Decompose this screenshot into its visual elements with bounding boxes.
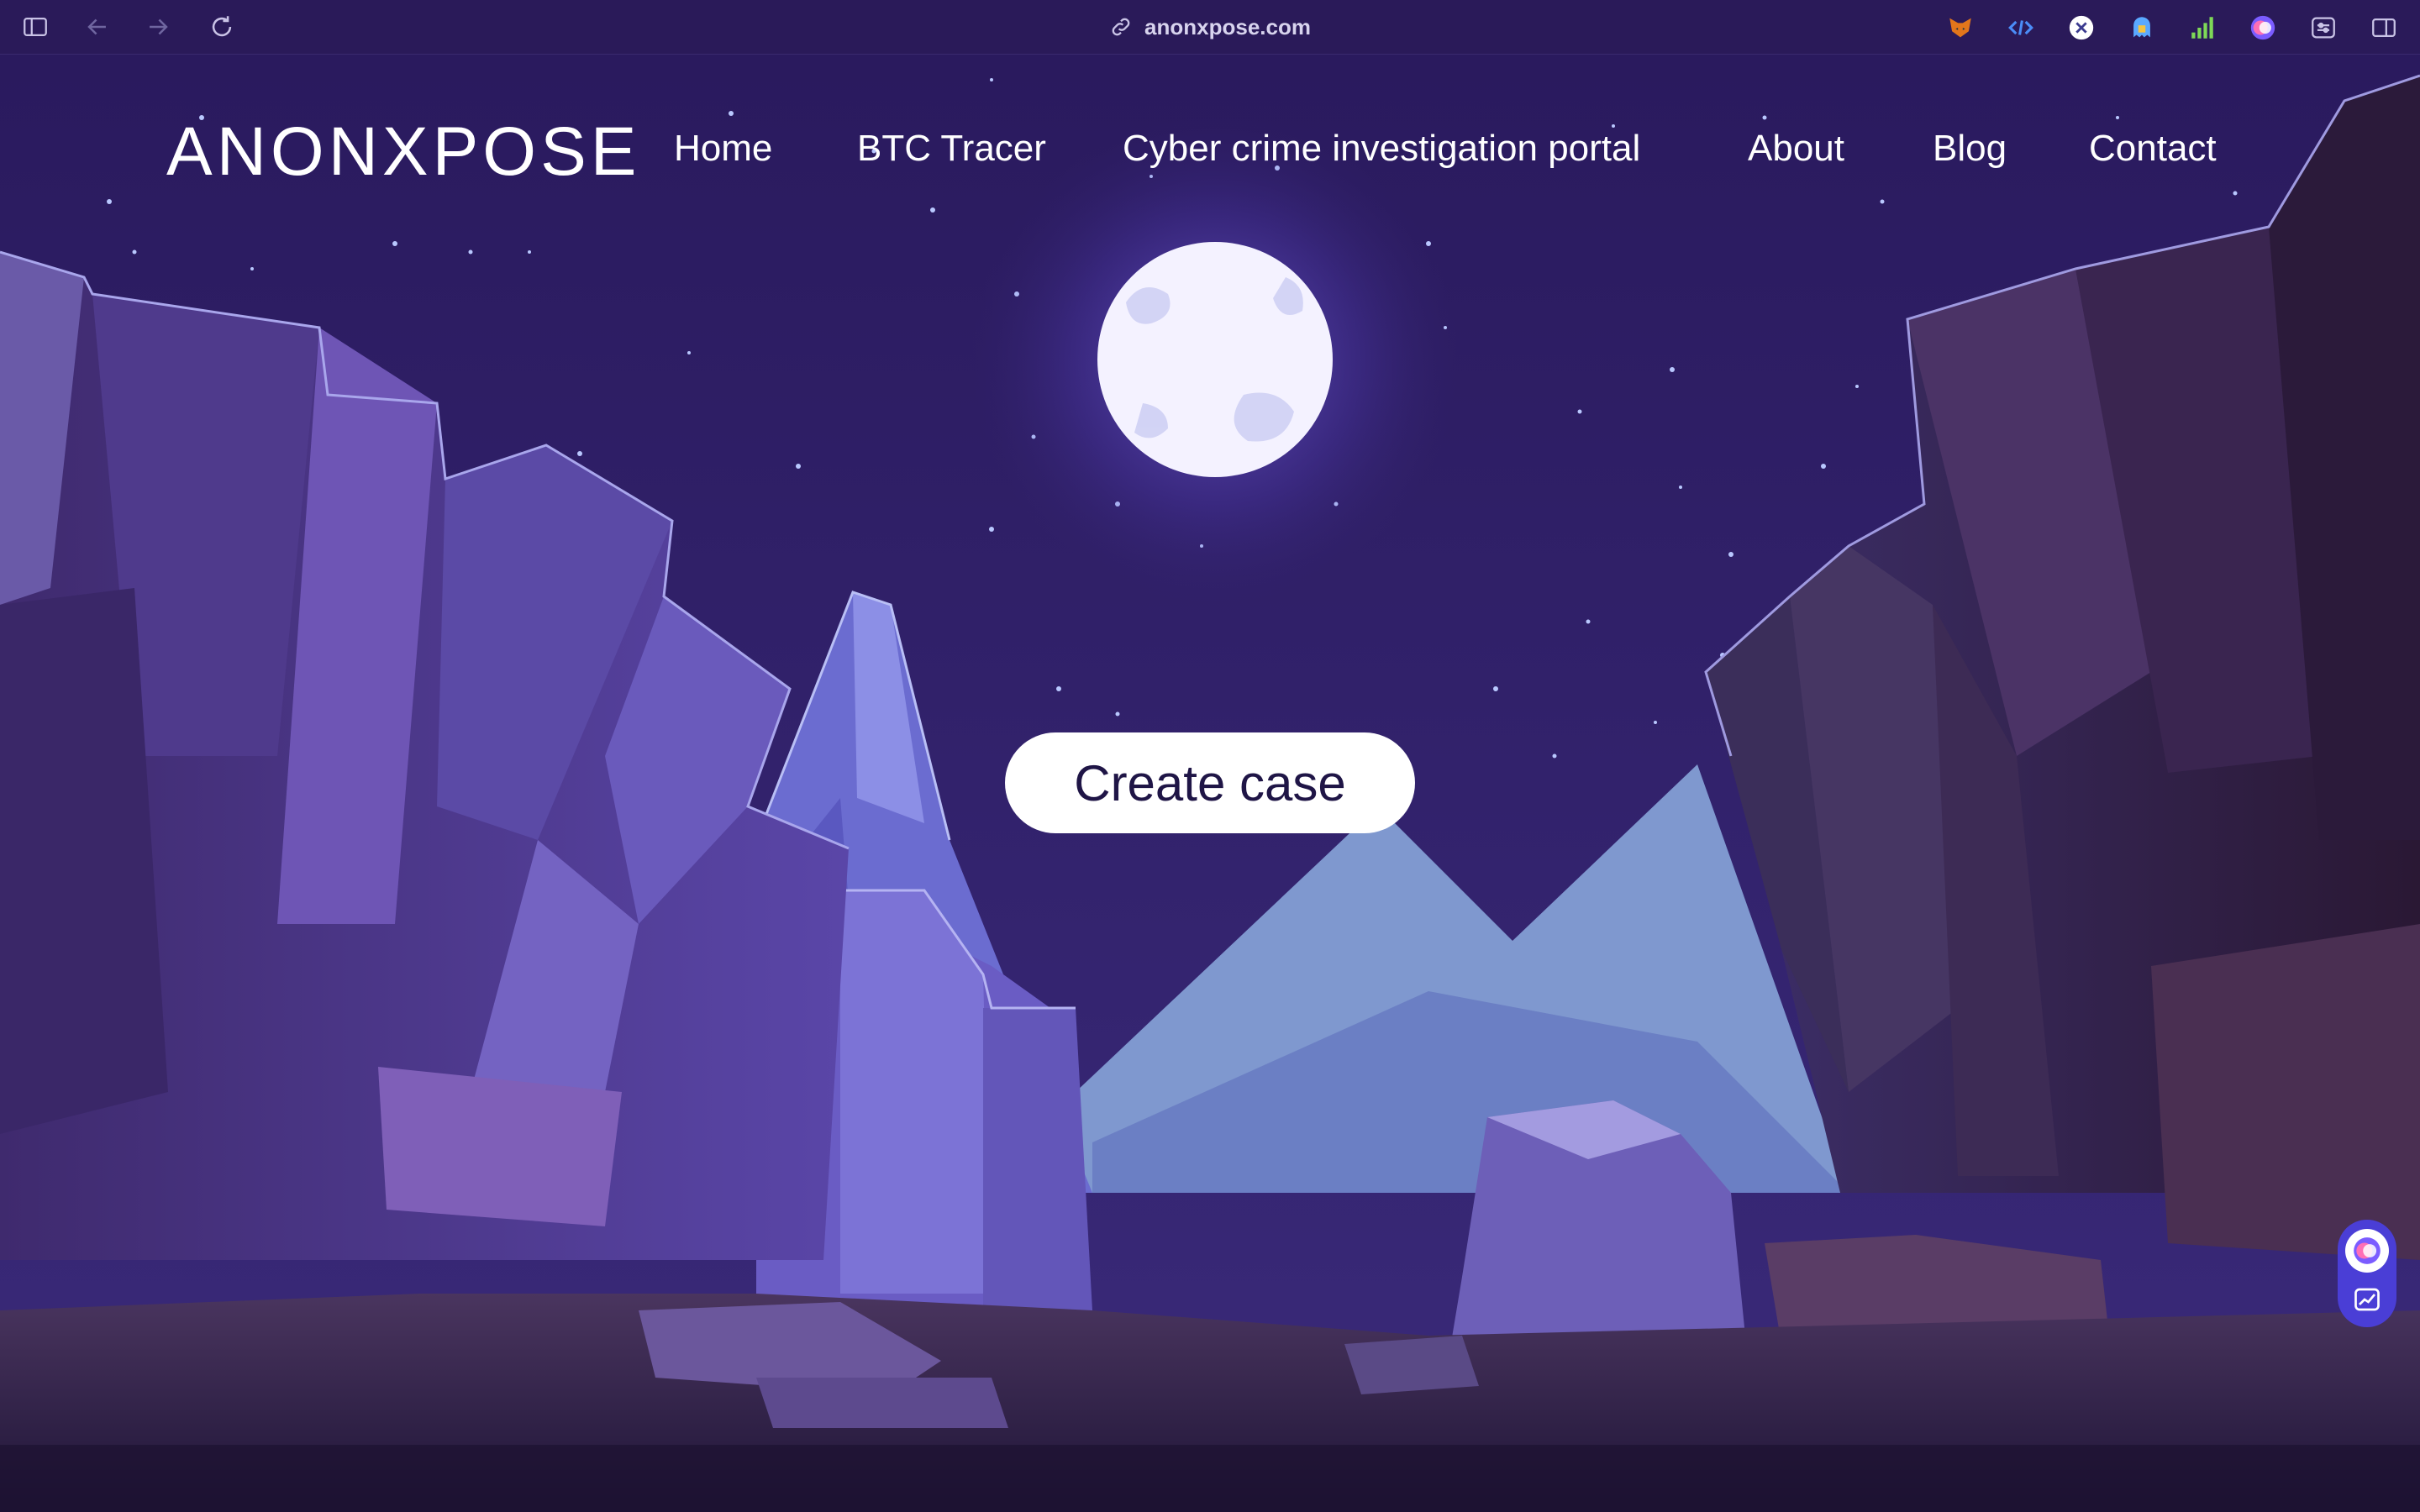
back-arrow-icon[interactable] [82, 12, 113, 42]
orb-icon[interactable] [2345, 1229, 2389, 1273]
create-case-button[interactable]: Create case [1005, 732, 1415, 833]
split-view-icon[interactable] [2368, 12, 2400, 44]
fox-extension-icon[interactable] [1944, 12, 1976, 44]
main-nav: Home BTC Tracer Cyber crime investigatio… [0, 128, 2420, 186]
chart-sparkle-icon[interactable] [2349, 1281, 2386, 1318]
url-text: anonxpose.com [1144, 13, 1311, 39]
link-icon [1112, 18, 1130, 36]
forward-arrow-icon[interactable] [143, 12, 173, 42]
floating-assistant-widget[interactable] [2338, 1220, 2396, 1327]
chart-extension-icon[interactable] [2186, 12, 2218, 44]
code-extension-icon[interactable] [2005, 12, 2037, 44]
nav-btc-tracer[interactable]: BTC Tracer [857, 128, 1046, 170]
sidebar-toggle-icon[interactable] [20, 12, 50, 42]
nav-contact[interactable]: Contact [2089, 128, 2217, 170]
nav-blog[interactable]: Blog [1933, 128, 2007, 170]
orb-extension-icon[interactable] [2247, 12, 2279, 44]
ghost-extension-icon[interactable] [2126, 12, 2158, 44]
nav-about[interactable]: About [1748, 128, 1844, 170]
settings-extension-icon[interactable] [2307, 12, 2339, 44]
browser-toolbar: anonxpose.com [0, 0, 2420, 55]
nav-investigation-portal[interactable]: Cyber crime investigation portal [1123, 128, 1640, 170]
nav-home[interactable]: Home [674, 128, 772, 170]
address-bar[interactable]: anonxpose.com [1084, 10, 1336, 44]
reload-icon[interactable] [207, 12, 237, 42]
shield-extension-icon[interactable] [2065, 12, 2097, 44]
